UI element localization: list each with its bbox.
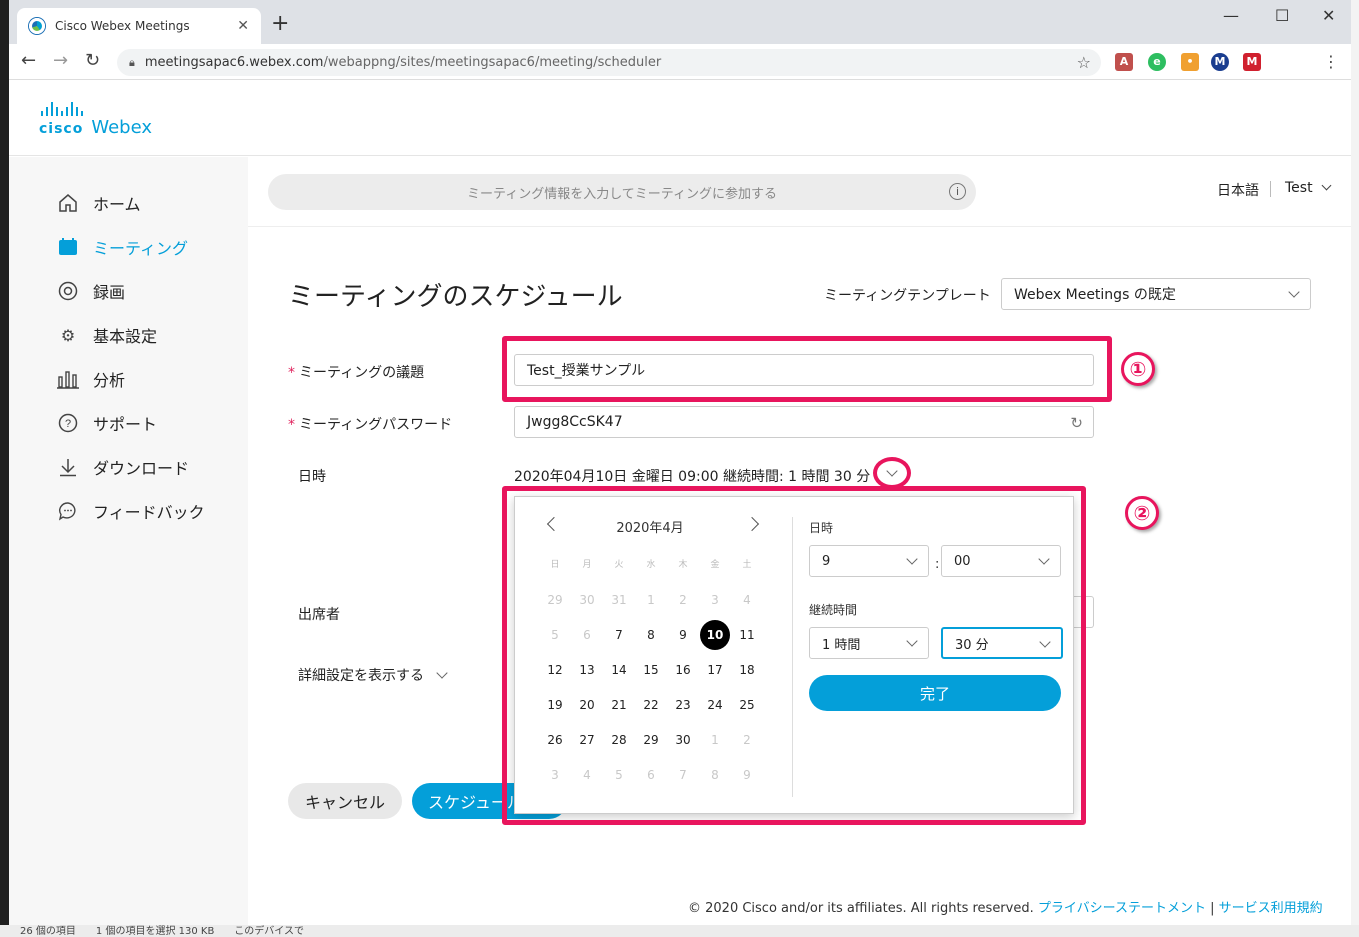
sidebar-item-support[interactable]: ? サポート <box>57 411 157 435</box>
brand-bar: cisco Webex <box>9 80 1351 156</box>
evernote-extension-icon[interactable]: e <box>1148 53 1166 71</box>
cisco-webex-logo[interactable]: cisco Webex <box>39 102 152 138</box>
sidebar-item-label: ダウンロード <box>93 459 190 478</box>
window-close-icon[interactable]: ✕ <box>1322 6 1335 25</box>
password-label: * ミーティングパスワード <box>288 417 453 433</box>
extension-red-icon[interactable]: M <box>1243 53 1261 71</box>
sidebar-item-label: フィードバック <box>93 503 205 522</box>
browser-toolbar: ← → ↻ 🔒︎ meetingsapac6.webex.com/webappn… <box>9 44 1351 80</box>
sidebar-item-recordings[interactable]: 録画 <box>57 279 125 303</box>
sidebar: ホーム ミーティング 録画 ⚙ 基本設定 分析 ? サポート ダウンロード フィ… <box>9 157 248 925</box>
sidebar-item-label: ミーティング <box>93 239 189 258</box>
forward-icon[interactable]: → <box>53 50 68 71</box>
regenerate-password-icon[interactable]: ↻ <box>1070 414 1083 432</box>
address-bar[interactable]: 🔒︎ meetingsapac6.webex.com/webappng/site… <box>117 49 1101 76</box>
join-meeting-search[interactable]: ミーティング情報を入力してミーティングに参加する i <box>268 174 976 210</box>
topic-label: * ミーティングの議題 <box>288 365 425 381</box>
calendar-icon <box>57 236 79 258</box>
tab-title: Cisco Webex Meetings <box>55 19 190 33</box>
sidebar-item-preferences[interactable]: ⚙ 基本設定 <box>57 323 157 347</box>
chevron-down-icon <box>1321 180 1332 191</box>
browser-tab[interactable]: Cisco Webex Meetings ✕ <box>17 8 261 44</box>
sidebar-item-label: 基本設定 <box>93 327 158 346</box>
chevron-down-icon <box>1288 286 1300 298</box>
sidebar-item-meetings[interactable]: ミーティング <box>57 235 188 259</box>
url-host: meetingsapac6.webex.com <box>144 55 324 70</box>
show-advanced-options[interactable]: 詳細設定を表示する <box>298 665 448 685</box>
terms-link[interactable]: サービス利用規約 <box>1219 901 1323 916</box>
svg-text:?: ? <box>65 418 71 430</box>
page-title: ミーティングのスケジュール <box>288 282 623 312</box>
minimize-icon[interactable]: — <box>1223 6 1239 25</box>
back-icon[interactable]: ← <box>21 50 36 71</box>
info-icon[interactable]: i <box>949 183 966 200</box>
home-icon <box>57 192 79 214</box>
download-icon <box>57 456 79 478</box>
gear-icon: ⚙ <box>60 325 76 345</box>
header-divider-line <box>248 226 1351 227</box>
datetime-label: 日時 <box>298 469 326 485</box>
template-select[interactable]: Webex Meetings の既定 <box>1001 278 1311 310</box>
template-value: Webex Meetings の既定 <box>1014 287 1176 303</box>
chevron-down-icon <box>436 667 448 679</box>
close-tab-icon[interactable]: ✕ <box>237 18 249 34</box>
cancel-button[interactable]: キャンセル <box>288 783 402 819</box>
cisco-bars-icon <box>41 102 152 116</box>
page-footer: © 2020 Cisco and/or its affiliates. All … <box>688 901 1323 916</box>
language-selector[interactable]: 日本語 <box>1217 180 1259 200</box>
search-placeholder: ミーティング情報を入力してミーティングに参加する <box>466 186 778 202</box>
browser-window: Cisco Webex Meetings ✕ + — ☐ ✕ ← → ↻ 🔒︎ … <box>9 0 1351 925</box>
webex-app: cisco Webex ホーム ミーティング 録画 ⚙ 基本設定 分析 ? サポ… <box>9 80 1351 925</box>
copyright-text: © 2020 Cisco and/or its affiliates. All … <box>688 901 1034 916</box>
user-name: Test <box>1285 180 1313 196</box>
sidebar-item-download[interactable]: ダウンロード <box>57 455 189 479</box>
extension-m-icon[interactable]: M <box>1211 53 1229 71</box>
webex-favicon-icon <box>29 18 45 34</box>
bookmark-star-icon[interactable]: ☆ <box>1077 53 1091 72</box>
sidebar-item-label: サポート <box>93 415 158 434</box>
pdf-extension-icon[interactable]: A <box>1115 53 1133 71</box>
sidebar-item-label: 録画 <box>93 283 126 302</box>
attendees-label: 出席者 <box>298 607 340 623</box>
background-window-edge <box>1351 0 1359 937</box>
datetime-expand-button[interactable] <box>873 457 911 489</box>
maximize-icon[interactable]: ☐ <box>1275 6 1289 25</box>
annotation-number-1: ① <box>1121 352 1155 386</box>
sidebar-item-home[interactable]: ホーム <box>57 191 141 215</box>
sidebar-item-feedback[interactable]: フィードバック <box>57 499 205 523</box>
bar-chart-icon <box>57 368 79 390</box>
reload-icon[interactable]: ↻ <box>85 50 100 71</box>
chevron-down-icon <box>886 465 898 477</box>
help-icon: ? <box>57 412 79 434</box>
sidebar-item-label: ホーム <box>93 195 141 214</box>
logo-cisco-text: cisco <box>39 121 84 137</box>
template-label: ミーティングテンプレート <box>824 288 991 304</box>
logo-webex-text: Webex <box>91 117 153 138</box>
privacy-link[interactable]: プライバシーステートメント <box>1038 901 1206 916</box>
password-value: Jwgg8CcSK47 <box>527 414 623 430</box>
browser-menu-icon[interactable]: ⋮ <box>1323 52 1339 71</box>
annotation-box-2 <box>502 486 1086 825</box>
record-icon <box>57 280 79 302</box>
tab-strip: Cisco Webex Meetings ✕ + — ☐ ✕ <box>9 0 1351 44</box>
annotation-box-1 <box>502 336 1112 402</box>
annotation-number-2: ② <box>1125 496 1159 530</box>
sidebar-item-insights[interactable]: 分析 <box>57 367 125 391</box>
lock-icon: 🔒︎ <box>129 55 135 69</box>
url-path: /webappng/sites/meetingsapac6/meeting/sc… <box>323 55 662 70</box>
chat-bubble-icon <box>57 500 79 522</box>
user-menu[interactable]: Test <box>1285 180 1332 196</box>
explorer-status-bar: 26 個の項目 1 個の項目を選択 130 KB このデバイスで <box>0 925 1359 937</box>
sidebar-item-label: 分析 <box>93 371 126 390</box>
new-tab-icon[interactable]: + <box>271 13 289 35</box>
datetime-value[interactable]: 2020年04月10日 金曜日 09:00 継続時間: 1 時間 30 分 <box>514 466 870 486</box>
extension-icon[interactable]: • <box>1181 53 1199 71</box>
password-input[interactable]: Jwgg8CcSK47 ↻ <box>514 406 1094 438</box>
header-divider <box>1270 181 1271 197</box>
